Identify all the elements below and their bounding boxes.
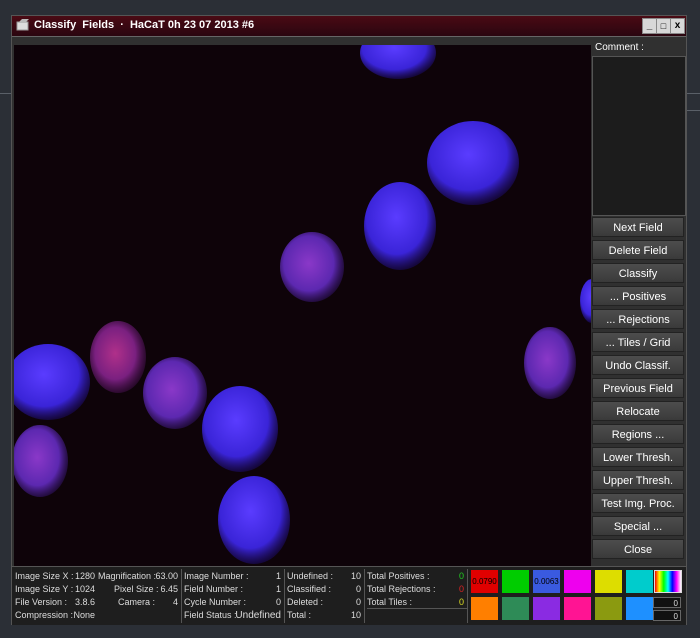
image-size-x-label: Image Size X : bbox=[15, 571, 74, 581]
color-swatch-yellow[interactable] bbox=[595, 570, 622, 593]
total-rejections-value: 0 bbox=[458, 584, 464, 594]
image-size-x-value: 1280 bbox=[74, 571, 95, 581]
image-size-y-label: Image Size Y : bbox=[15, 584, 74, 594]
compression-value: None bbox=[73, 610, 95, 620]
total-label: Total : bbox=[287, 610, 312, 620]
image-number-label: Image Number : bbox=[184, 571, 249, 581]
total-positives-value: 0 bbox=[458, 571, 464, 581]
minimize-button[interactable]: _ bbox=[642, 18, 657, 34]
classified-label: Classified : bbox=[287, 584, 332, 594]
comment-textbox[interactable] bbox=[592, 56, 686, 216]
field-number-label: Field Number : bbox=[184, 584, 244, 594]
field-number-value: 1 bbox=[275, 584, 281, 594]
rejections-button[interactable]: ... Rejections bbox=[592, 309, 684, 329]
app-icon bbox=[16, 19, 29, 31]
classified-value: 0 bbox=[355, 584, 361, 594]
fluorescence-image bbox=[14, 45, 591, 580]
total-positives-label: Total Positives : bbox=[367, 571, 430, 581]
previous-field-button[interactable]: Previous Field bbox=[592, 378, 684, 398]
camera-value: 4 bbox=[172, 597, 178, 607]
upper-thresh-button[interactable]: Upper Thresh. bbox=[592, 470, 684, 490]
regions-button[interactable]: Regions ... bbox=[592, 424, 684, 444]
color-swatch-orange[interactable] bbox=[471, 597, 498, 620]
magnification-label: Magnification : bbox=[98, 571, 157, 581]
optics-block: Magnification :63.00 Pixel Size :6.45 Ca… bbox=[98, 570, 178, 609]
undo-classif-button[interactable]: Undo Classif. bbox=[592, 355, 684, 375]
color-swatch-red[interactable]: 0.0790 bbox=[471, 570, 498, 593]
comment-label: Comment : bbox=[595, 42, 644, 53]
image-info-block: Image Size X :1280 Image Size Y :1024 Fi… bbox=[15, 570, 95, 622]
title-bar[interactable]: Classify Fields · HaCaT 0h 23 07 2013 #6… bbox=[12, 16, 686, 37]
window-title: Classify Fields · HaCaT 0h 23 07 2013 #6 bbox=[34, 19, 255, 31]
field-info-block: Image Number : 1 Field Number : 1 Cycle Nu… bbox=[184, 570, 281, 622]
image-size-y-value: 1024 bbox=[74, 584, 95, 594]
undefined-value: 10 bbox=[350, 571, 361, 581]
microscopy-image-viewer[interactable] bbox=[14, 45, 591, 580]
status-bar: Image Size X :1280 Image Size Y :1024 Fi… bbox=[12, 566, 686, 625]
divider bbox=[284, 569, 285, 623]
field-status-value: Undefined bbox=[235, 610, 281, 621]
counts-block: Undefined : 10 Classified : 0 Deleted : 0 T… bbox=[287, 570, 361, 622]
deleted-label: Deleted : bbox=[287, 597, 324, 607]
divider bbox=[364, 569, 365, 623]
tiles-grid-button[interactable]: ... Tiles / Grid bbox=[592, 332, 684, 352]
delete-field-button[interactable]: Delete Field bbox=[592, 240, 684, 260]
total-value: 10 bbox=[350, 610, 361, 620]
image-number-value: 1 bbox=[275, 571, 281, 581]
cycle-number-value: 0 bbox=[275, 597, 281, 607]
value-field-2[interactable]: 0 bbox=[653, 610, 681, 621]
maximize-button[interactable]: □ bbox=[656, 18, 671, 34]
divider bbox=[367, 608, 467, 609]
special-button[interactable]: Special ... bbox=[592, 516, 684, 536]
value-field-1[interactable]: 0 bbox=[653, 597, 681, 608]
pixel-size-label: Pixel Size : bbox=[114, 584, 159, 594]
divider bbox=[181, 569, 182, 623]
undefined-label: Undefined : bbox=[287, 571, 334, 581]
classify-button[interactable]: Classify bbox=[592, 263, 684, 283]
swatch-value: 0.0063 bbox=[534, 577, 559, 586]
relocate-button[interactable]: Relocate bbox=[592, 401, 684, 421]
color-swatch-olive[interactable] bbox=[595, 597, 622, 620]
color-swatch-pink[interactable] bbox=[564, 597, 591, 620]
right-panel: Comment : Next Field Delete Field Classi… bbox=[592, 38, 686, 578]
file-version-label: File Version : bbox=[15, 597, 68, 607]
lower-thresh-button[interactable]: Lower Thresh. bbox=[592, 447, 684, 467]
pixel-size-value: 6.45 bbox=[160, 584, 178, 594]
spectrum-palette-icon[interactable] bbox=[654, 570, 682, 593]
positives-button[interactable]: ... Positives bbox=[592, 286, 684, 306]
color-swatch-violet[interactable] bbox=[533, 597, 560, 620]
color-swatch-azure[interactable] bbox=[626, 597, 653, 620]
compression-label: Compression : bbox=[15, 610, 74, 620]
next-field-button[interactable]: Next Field bbox=[592, 217, 684, 237]
color-swatch-cyan[interactable] bbox=[626, 570, 653, 593]
color-swatch-blue[interactable]: 0.0063 bbox=[533, 570, 560, 593]
swatch-value: 0.0790 bbox=[472, 577, 497, 586]
camera-label: Camera : bbox=[118, 597, 156, 607]
test-img-proc-button[interactable]: Test Img. Proc. bbox=[592, 493, 684, 513]
color-swatch-seagreen[interactable] bbox=[502, 597, 529, 620]
color-swatch-green[interactable] bbox=[502, 570, 529, 593]
classify-fields-window: Classify Fields · HaCaT 0h 23 07 2013 #6… bbox=[11, 15, 687, 625]
color-swatch-magenta[interactable] bbox=[564, 570, 591, 593]
totals-block: Total Positives :0 Total Rejections :0 T… bbox=[367, 570, 464, 609]
close-window-button[interactable]: x bbox=[670, 18, 685, 34]
magnification-value: 63.00 bbox=[155, 571, 178, 581]
total-rejections-label: Total Rejections : bbox=[367, 584, 436, 594]
deleted-value: 0 bbox=[355, 597, 361, 607]
field-status-label: Field Status : bbox=[184, 610, 237, 620]
close-button[interactable]: Close bbox=[592, 539, 684, 559]
divider bbox=[467, 569, 468, 623]
cycle-number-label: Cycle Number : bbox=[184, 597, 247, 607]
file-version-value: 3.8.6 bbox=[74, 597, 95, 607]
